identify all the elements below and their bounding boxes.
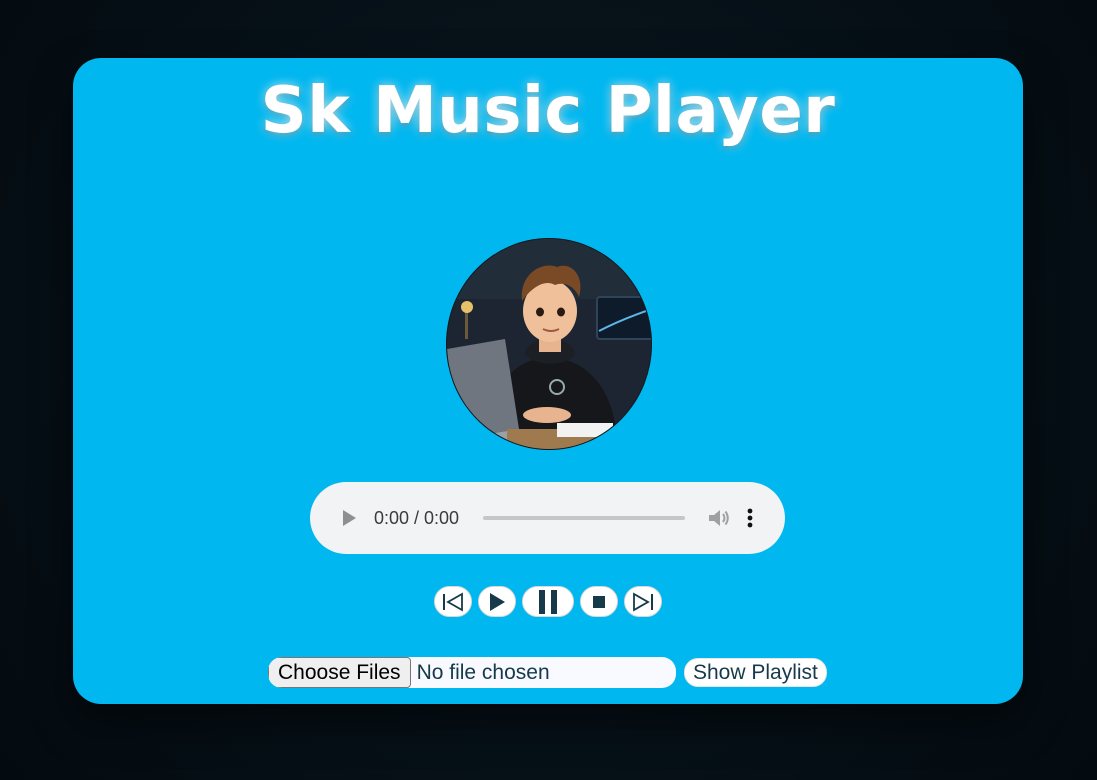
album-art-avatar (446, 238, 652, 450)
play-button[interactable] (478, 586, 516, 617)
stop-button[interactable] (580, 586, 618, 617)
playback-controls (73, 586, 1023, 617)
next-button[interactable] (624, 586, 662, 617)
stop-icon (593, 595, 605, 608)
pause-icon (539, 589, 557, 614)
more-options-icon[interactable] (745, 507, 755, 529)
app-title: Sk Music Player (260, 74, 836, 148)
audio-player[interactable]: 0:00 / 0:00 (310, 482, 785, 554)
file-input[interactable]: Choose Files No file chosen (268, 657, 676, 688)
pause-button[interactable] (522, 586, 574, 617)
audio-play-icon[interactable] (340, 508, 358, 528)
play-icon (490, 592, 505, 611)
skip-previous-icon (443, 591, 463, 612)
file-row: Choose Files No file chosen Show Playlis… (268, 657, 827, 688)
volume-icon[interactable] (707, 507, 731, 529)
audio-progress-bar[interactable] (483, 516, 685, 520)
avatar-illustration (447, 239, 651, 449)
skip-next-icon (633, 591, 653, 612)
previous-button[interactable] (434, 586, 472, 617)
show-playlist-button[interactable]: Show Playlist (684, 658, 827, 687)
file-status-text: No file chosen (416, 660, 550, 684)
player-card: Sk Music Player 0:00 / 0:00 Choose Files… (73, 58, 1023, 704)
page: Sk Music Player 0:00 / 0:00 Choose Files… (0, 0, 1097, 780)
choose-files-button[interactable]: Choose Files (268, 657, 411, 688)
audio-time-readout: 0:00 / 0:00 (374, 507, 460, 528)
